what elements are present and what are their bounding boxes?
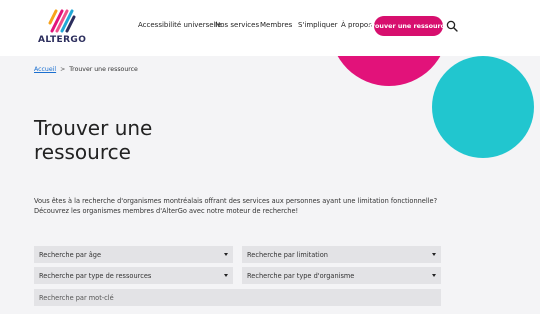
- age-select[interactable]: Recherche par âge: [34, 246, 233, 263]
- breadcrumb-home-link[interactable]: Accueil: [34, 66, 56, 73]
- org-type-select[interactable]: Recherche par type d'organisme: [242, 267, 441, 284]
- nav-a-propos[interactable]: À propos: [341, 21, 372, 29]
- main-nav: Accessibilité universelle Nos services M…: [0, 0, 540, 56]
- decorative-teal-circle: [432, 56, 534, 158]
- org-type-select-label: Recherche par type d'organisme: [247, 271, 355, 280]
- nav-membres[interactable]: Membres: [260, 21, 292, 29]
- limitation-select[interactable]: Recherche par limitation: [242, 246, 441, 263]
- breadcrumb-current: Trouver une ressource: [69, 66, 138, 73]
- intro-text: Vous êtes à la recherche d'organismes mo…: [34, 197, 438, 215]
- chevron-down-icon: [224, 253, 228, 256]
- site-header: ALTERGO Accessibilité universelle Nos se…: [0, 0, 540, 56]
- limitation-select-label: Recherche par limitation: [247, 250, 328, 259]
- breadcrumb-separator: >: [60, 66, 66, 73]
- chevron-down-icon: [224, 274, 228, 277]
- nav-impliquer[interactable]: S'impliquer: [298, 21, 338, 29]
- chevron-down-icon: [432, 274, 436, 277]
- find-resource-button[interactable]: Trouver une ressource: [368, 16, 449, 36]
- nav-accessibilite[interactable]: Accessibilité universelle: [138, 21, 222, 29]
- keyword-search-input[interactable]: [34, 289, 441, 306]
- age-select-label: Recherche par âge: [39, 250, 102, 259]
- breadcrumb: Accueil > Trouver une ressource: [34, 66, 138, 73]
- page-title: Trouver une ressource: [34, 116, 153, 164]
- nav-services[interactable]: Nos services: [215, 21, 259, 29]
- resource-type-select-label: Recherche par type de ressources: [39, 271, 152, 280]
- search-icon[interactable]: [446, 20, 458, 32]
- resource-type-select[interactable]: Recherche par type de ressources: [34, 267, 233, 284]
- chevron-down-icon: [432, 253, 436, 256]
